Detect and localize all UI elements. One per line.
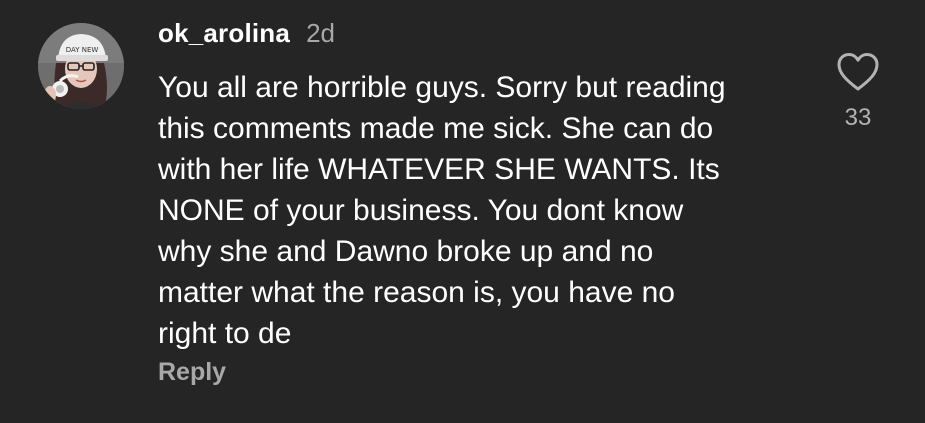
comment-item: DAY NEW ok_arolina 2d You all are horrib… <box>0 0 925 423</box>
avatar-cap-lettering: DAY NEW <box>66 46 99 54</box>
username[interactable]: ok_arolina <box>158 18 290 49</box>
comment-header: ok_arolina 2d <box>158 18 335 52</box>
like-count: 33 <box>844 104 872 131</box>
avatar[interactable]: DAY NEW <box>38 23 124 109</box>
like-area: 33 <box>828 52 888 132</box>
comment-text: You all are horrible guys. Sorry but rea… <box>158 71 726 350</box>
timestamp: 2d <box>306 18 335 48</box>
reply-button[interactable]: Reply <box>158 358 226 387</box>
heart-outline-icon[interactable] <box>836 52 880 92</box>
avatar-image: DAY NEW <box>38 23 124 109</box>
